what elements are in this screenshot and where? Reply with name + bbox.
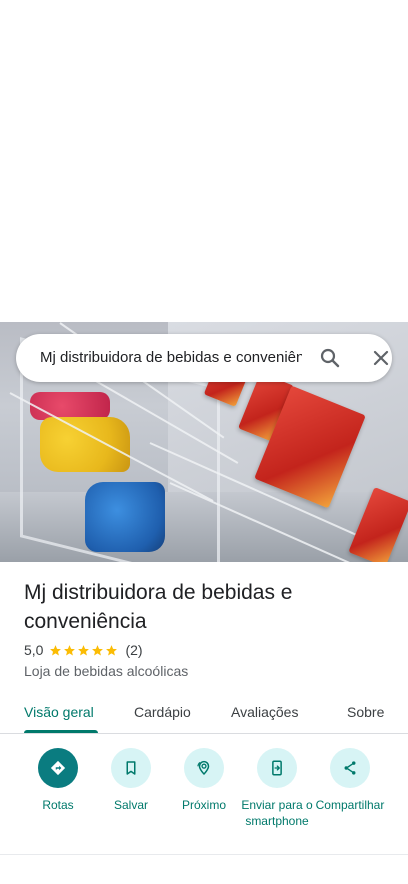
share-icon [330, 748, 370, 788]
send-to-phone-icon [257, 748, 297, 788]
search-bar[interactable]: Mj distribuidora de bebidas e conveniênc… [16, 334, 392, 382]
tab-about[interactable]: Sobre [347, 702, 384, 722]
tab-reviews[interactable]: Avaliações [231, 702, 298, 722]
rating-row[interactable]: 5,0 (2) [24, 641, 143, 659]
directions-label: Rotas [42, 798, 74, 812]
save-label: Salvar [113, 798, 148, 812]
share-label: Compartilhar [315, 798, 385, 812]
map-blank-area [0, 0, 408, 322]
directions-button[interactable]: Rotas [18, 748, 98, 813]
close-icon[interactable] [369, 346, 393, 370]
place-category: Loja de bebidas alcoólicas [24, 663, 189, 679]
active-tab-indicator [24, 730, 98, 733]
star-icon [106, 644, 118, 656]
rating-value: 5,0 [24, 642, 44, 658]
action-row: Rotas Salvar Próximo Enviar para o smart… [0, 748, 408, 848]
bookmark-icon [111, 748, 151, 788]
search-icon[interactable] [318, 346, 342, 370]
star-icon [64, 644, 76, 656]
save-button[interactable]: Salvar [91, 748, 171, 813]
star-icon [50, 644, 62, 656]
tab-bar: Visão geral Cardápio Avaliações Sobre [0, 690, 408, 734]
place-title: Mj distribuidora de bebidas e conveniênc… [24, 581, 293, 633]
tab-overview[interactable]: Visão geral [24, 702, 94, 722]
search-input[interactable]: Mj distribuidora de bebidas e conveniênc… [40, 348, 302, 368]
rating-stars [49, 644, 119, 657]
star-icon [92, 644, 104, 656]
send-to-phone-label: Enviar para o smartphone [241, 798, 313, 828]
nearby-icon [184, 748, 224, 788]
tab-menu[interactable]: Cardápio [134, 702, 191, 722]
section-divider [0, 854, 408, 855]
star-icon [78, 644, 90, 656]
nearby-label: Próximo [181, 798, 226, 812]
share-button[interactable]: Compartilhar [310, 748, 390, 813]
send-to-phone-button[interactable]: Enviar para o smartphone [237, 748, 317, 829]
review-count[interactable]: (2) [125, 642, 142, 658]
nearby-button[interactable]: Próximo [164, 748, 244, 813]
directions-icon [38, 748, 78, 788]
